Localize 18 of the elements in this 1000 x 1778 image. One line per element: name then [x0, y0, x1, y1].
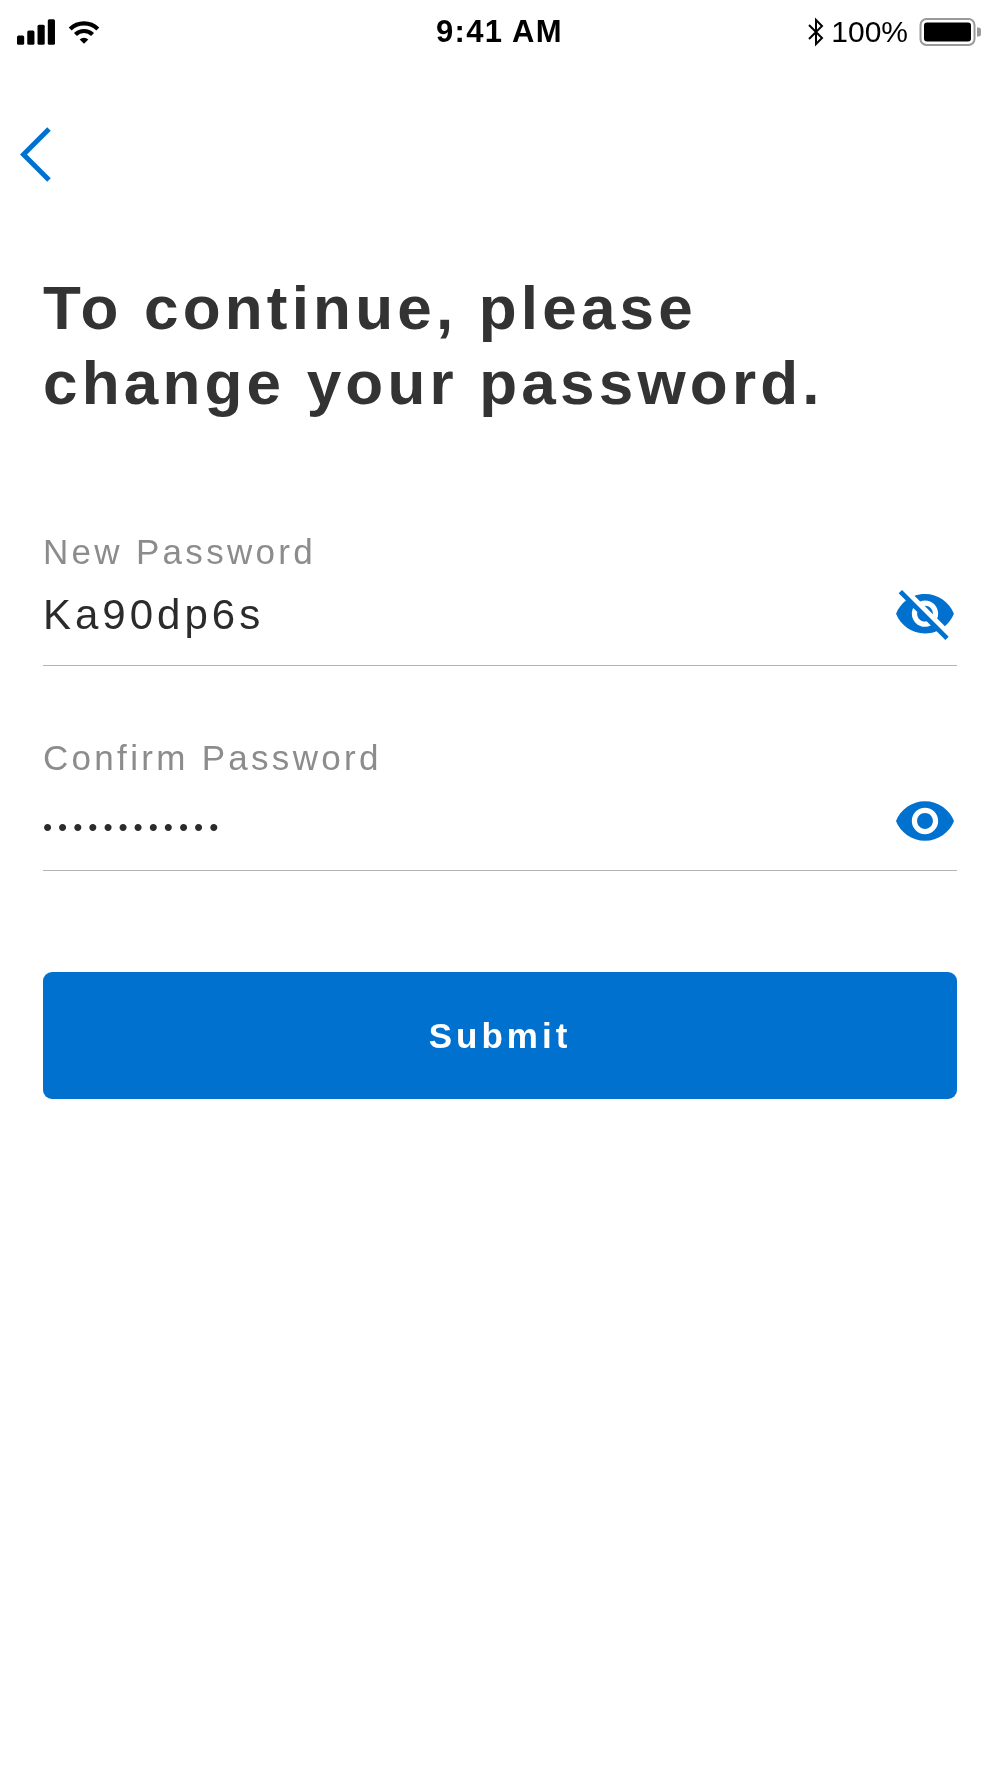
signal-icon: [17, 19, 56, 45]
submit-button[interactable]: Submit: [43, 972, 957, 1099]
battery-percent: 100%: [831, 15, 908, 49]
eye-icon: [896, 800, 954, 841]
visibility-toggle-button[interactable]: [896, 590, 954, 641]
bluetooth-icon: [807, 17, 826, 47]
eye-slash-icon: [896, 590, 954, 641]
wifi-icon: [67, 20, 101, 44]
status-time: 9:41 AM: [436, 14, 563, 50]
field-label: Confirm Password: [43, 736, 382, 779]
back-button[interactable]: [20, 127, 52, 182]
password-field[interactable]: Ka90dp6s: [43, 574, 957, 666]
battery-icon: [919, 18, 982, 46]
password-field[interactable]: ••••••••••••: [43, 779, 957, 871]
chevron-left-icon: [20, 127, 52, 182]
field-label: New Password: [43, 531, 316, 573]
visibility-toggle-button[interactable]: [896, 800, 954, 841]
page-title: To continue, please change your password.: [43, 272, 825, 419]
